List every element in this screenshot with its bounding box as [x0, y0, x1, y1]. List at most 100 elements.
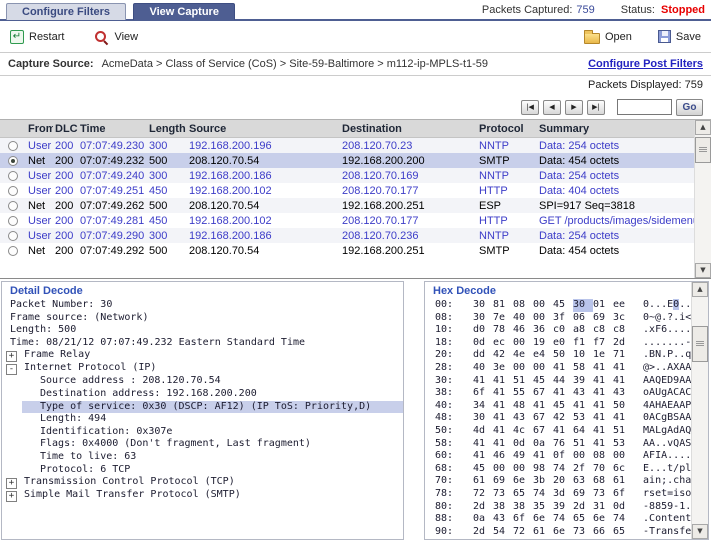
hex-offset: 48: — [435, 412, 461, 425]
packet-select-radio[interactable] — [0, 215, 26, 227]
header-length: Length — [147, 123, 187, 135]
packet-cell-destination: 208.120.70.177 — [340, 185, 477, 197]
packet-cell-length: 300 — [147, 170, 187, 182]
radio-icon — [8, 231, 18, 241]
packet-row[interactable]: Net20007:07:49.232500208.120.70.54192.16… — [0, 153, 694, 168]
packet-cell-from: User — [26, 230, 53, 242]
scroll-down-icon[interactable]: ▼ — [695, 263, 711, 278]
packet-select-radio[interactable] — [0, 230, 26, 242]
packet-select-radio[interactable] — [0, 245, 26, 257]
packet-select-radio[interactable] — [0, 185, 26, 197]
detail-line-text: Flags: 0x4000 (Don't fragment, Last frag… — [40, 438, 311, 449]
hex-row: 20:dd424ee450101e71.BN.P..q — [425, 349, 690, 362]
packet-select-radio[interactable] — [0, 140, 26, 152]
detail-tree-node: -Internet Protocol (IP) — [2, 362, 403, 375]
detail-line: Time: 08/21/12 07:07:49.232 Eastern Stan… — [2, 337, 403, 350]
packets-displayed-row: Packets Displayed: 759 — [0, 76, 711, 95]
packet-cell-time: 07:07:49.262 — [78, 200, 147, 212]
packet-cell-source: 192.168.200.102 — [187, 215, 340, 227]
collapse-icon[interactable]: - — [6, 364, 17, 375]
packet-table-body: User20007:07:49.230300192.168.200.196208… — [0, 138, 711, 258]
hex-row: 28:403e000041584141@>..AXAA — [425, 362, 690, 375]
save-button[interactable]: Save — [658, 30, 701, 43]
header-destination: Destination — [340, 123, 477, 135]
capture-source-label: Capture Source: — [8, 58, 94, 70]
hex-scrollbar-thumb[interactable] — [692, 326, 708, 362]
packet-cell-from: User — [26, 140, 53, 152]
packet-row[interactable]: User20007:07:49.251450192.168.200.102208… — [0, 183, 694, 198]
hex-offset: 30: — [435, 375, 461, 388]
tab-configure-filters[interactable]: Configure Filters — [6, 3, 126, 20]
packet-row[interactable]: User20007:07:49.240300192.168.200.186208… — [0, 168, 694, 183]
hex-offset: 38: — [435, 387, 461, 400]
detail-line: Protocol: 6 TCP — [2, 464, 403, 477]
tab-view-capture[interactable]: View Capture — [133, 3, 235, 20]
table-scrollbar-thumb[interactable] — [695, 137, 711, 163]
packet-cell-protocol: NNTP — [477, 140, 537, 152]
packet-row[interactable]: Net20007:07:49.262500208.120.70.54192.16… — [0, 198, 694, 213]
packet-cell-dlci: 200 — [53, 245, 78, 257]
packet-select-radio[interactable] — [0, 200, 26, 212]
scroll-up-icon[interactable]: ▲ — [692, 282, 708, 297]
packet-cell-source: 208.120.70.54 — [187, 245, 340, 257]
detail-line-text: Identification: 0x307e — [40, 426, 172, 437]
last-page-button[interactable]: ▶| — [587, 100, 605, 115]
scroll-down-icon[interactable]: ▼ — [692, 524, 708, 539]
expand-icon[interactable]: + — [6, 478, 17, 489]
restart-button[interactable]: ↵ Restart — [10, 30, 64, 44]
hex-bytes: d0784636c0a8c8c8 — [473, 324, 633, 335]
expand-icon[interactable]: + — [6, 351, 17, 362]
hex-row: 80:2d383835392d310d-8859-1. — [425, 501, 690, 514]
packet-cell-dlci: 200 — [53, 140, 78, 152]
expand-icon[interactable]: + — [6, 491, 17, 502]
goto-packet-input[interactable] — [617, 99, 672, 115]
hex-row: 88:0a436f6e74656e74.Content — [425, 513, 690, 526]
packet-row[interactable]: User20007:07:49.281450192.168.200.102208… — [0, 213, 694, 228]
hex-decode-body: 00:30810800453001ee0...E0..08:307e40003f… — [425, 299, 690, 538]
detail-line-text: Type of service: 0x30 (DSCP: AF12) (IP T… — [40, 401, 371, 412]
hex-bytes: 3041436742534141 — [473, 412, 633, 423]
packet-cell-from: User — [26, 215, 53, 227]
packet-cell-source: 192.168.200.196 — [187, 140, 340, 152]
next-page-button[interactable]: ▶ — [565, 100, 583, 115]
hex-row: 78:727365743d69736frset=iso — [425, 488, 690, 501]
detail-line: Length: 500 — [2, 324, 403, 337]
packet-table-header: From DLCI Time Length Source Destination… — [0, 120, 694, 138]
packet-row[interactable]: Net20007:07:49.292500208.120.70.54192.16… — [0, 243, 694, 258]
hex-row: 10:d0784636c0a8c8c8.xF6.... — [425, 324, 690, 337]
hex-offset: 60: — [435, 450, 461, 463]
magnifier-icon — [94, 29, 109, 44]
detail-line-text: Packet Number: 30 — [10, 299, 112, 310]
packet-cell-summary: Data: 454 octets — [537, 155, 694, 167]
open-button[interactable]: Open — [584, 30, 632, 44]
hex-offset: 58: — [435, 438, 461, 451]
packet-cell-summary: SPI=917 Seq=3818 — [537, 200, 694, 212]
table-scrollbar[interactable]: ▲ ▼ — [694, 120, 711, 278]
radio-icon — [8, 156, 18, 166]
first-page-button[interactable]: |◀ — [521, 100, 539, 115]
view-button[interactable]: View — [94, 29, 138, 44]
hex-bytes: 307e40003f06693c — [473, 312, 633, 323]
radio-icon — [8, 201, 18, 211]
packet-cell-from: User — [26, 170, 53, 182]
hex-row: 38:6f41556741434143oAUgACAC — [425, 387, 690, 400]
packet-cell-source: 192.168.200.186 — [187, 230, 340, 242]
hex-ascii: -8859-1. — [643, 501, 691, 512]
open-label: Open — [605, 31, 632, 43]
hex-bytes: 0a436f6e74656e74 — [473, 513, 633, 524]
go-button[interactable]: Go — [676, 99, 703, 116]
hex-scrollbar[interactable]: ▲ ▼ — [691, 282, 708, 539]
hex-row: 48: 3041436742534141 0ACgBSAA — [425, 412, 690, 425]
packet-select-radio[interactable] — [0, 170, 26, 182]
packet-row[interactable]: User20007:07:49.290300192.168.200.186208… — [0, 228, 694, 243]
radio-icon — [8, 141, 18, 151]
packet-select-radio[interactable] — [0, 155, 26, 167]
prev-page-button[interactable]: ◀ — [543, 100, 561, 115]
hex-ascii: .xF6.... — [643, 324, 691, 335]
scroll-up-icon[interactable]: ▲ — [695, 120, 711, 135]
packet-row[interactable]: User20007:07:49.230300192.168.200.196208… — [0, 138, 694, 153]
tab-bar: Configure Filters View Capture Packets C… — [0, 0, 711, 19]
detail-line: Identification: 0x307e — [2, 426, 403, 439]
hex-ascii: 0ACgBSAA — [643, 412, 691, 423]
configure-post-filters-link[interactable]: Configure Post Filters — [588, 58, 703, 70]
